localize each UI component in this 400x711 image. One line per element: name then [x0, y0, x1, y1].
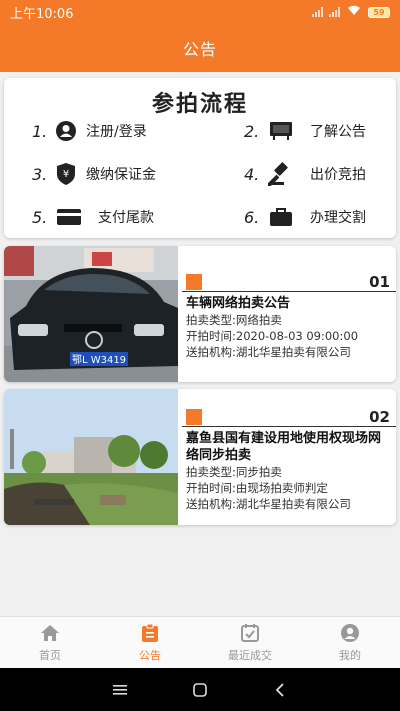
step-number: 5.: [32, 207, 48, 227]
step-number: 1.: [32, 121, 48, 141]
step-label: 注册/登录: [86, 124, 147, 140]
step-number: 4.: [244, 164, 260, 184]
notice-body: 02 嘉鱼县国有建设用地使用权现场网络同步拍卖 拍卖类型:同步拍卖 开拍时间:由…: [182, 389, 396, 525]
notice-org: 送拍机构:湖北华星拍卖有限公司: [186, 345, 351, 359]
black-sedan-photo: 鄂L W3419: [4, 246, 178, 382]
notice-divider: [182, 291, 396, 292]
svg-text:¥: ¥: [63, 169, 69, 180]
step-register[interactable]: 1. 注册/登录: [32, 118, 147, 144]
battery-icon: 59: [368, 6, 390, 18]
step-label: 办理交割: [310, 210, 366, 226]
status-time: 上午10:06: [10, 6, 74, 22]
step-payment[interactable]: 5. 支付尾款: [32, 204, 154, 230]
notice-number: 01: [369, 273, 390, 291]
land-site-photo: [4, 389, 178, 525]
menu-icon[interactable]: [105, 675, 135, 705]
notice-type: 拍卖类型:同步拍卖: [186, 465, 282, 479]
step-label: 出价竞拍: [310, 167, 366, 183]
clipboard-icon: [139, 622, 161, 644]
user-icon: [54, 119, 78, 143]
process-title: 参拍流程: [151, 92, 248, 117]
tab-label: 首页: [39, 649, 61, 662]
profile-icon: [339, 622, 361, 644]
app-header: 上午10:06 59 公告: [0, 0, 400, 72]
notice-start-time: 开拍时间:由现场拍卖师判定: [186, 481, 328, 495]
step-deposit[interactable]: 3. ¥ 缴纳保证金: [32, 161, 156, 187]
step-delivery[interactable]: 6. 办理交割: [244, 204, 366, 230]
license-plate: 鄂L W3419: [72, 354, 126, 366]
home-icon: [39, 622, 61, 644]
step-number: 3.: [32, 164, 48, 184]
step-label: 支付尾款: [98, 210, 154, 226]
notice-body: 01 车辆网络拍卖公告 拍卖类型:网络拍卖 开拍时间:2020-08-03 09…: [182, 246, 396, 382]
tab-notice[interactable]: 公告: [100, 617, 200, 668]
step-number: 2.: [244, 121, 260, 141]
step-bid[interactable]: 4. 出价竞拍: [244, 161, 366, 187]
step-number: 6.: [244, 207, 260, 227]
home-button-icon[interactable]: [185, 675, 215, 705]
notice-type: 拍卖类型:网络拍卖: [186, 313, 282, 327]
step-label: 缴纳保证金: [86, 167, 156, 183]
tab-recent-deals[interactable]: 最近成交: [200, 617, 300, 668]
notice-title: 嘉鱼县国有建设用地使用权现场网络同步拍卖: [186, 431, 382, 463]
notice-card-01[interactable]: 鄂L W3419 01 车辆网络拍卖公告 拍卖类型:网络拍卖 开拍时间:2020…: [4, 246, 396, 382]
back-icon[interactable]: [265, 675, 295, 705]
gavel-icon: [266, 162, 296, 186]
notice-start-time: 开拍时间:2020-08-03 09:00:00: [186, 329, 359, 343]
calendar-check-icon: [239, 622, 261, 644]
notice-tag: [186, 274, 202, 290]
wifi-icon: [346, 4, 362, 20]
process-card: 参拍流程 1. 注册/登录 2. 了解公告 3. ¥ 缴纳保证金 4. 出价竞拍…: [4, 78, 396, 238]
notice-divider: [182, 426, 396, 427]
signal-icon: [312, 7, 323, 17]
signal-icon-2: [329, 7, 340, 17]
page-title: 公告: [182, 40, 217, 59]
briefcase-icon: [266, 205, 296, 229]
bottom-tabbar: 首页 公告 最近成交 我的: [0, 616, 400, 668]
tab-label: 公告: [139, 649, 161, 662]
step-notice[interactable]: 2. 了解公告: [244, 118, 366, 144]
tab-home[interactable]: 首页: [0, 617, 100, 668]
notice-title: 车辆网络拍卖公告: [186, 296, 291, 311]
tab-label: 我的: [339, 649, 361, 662]
notice-number: 02: [369, 408, 390, 426]
tab-mine[interactable]: 我的: [300, 617, 400, 668]
notice-card-02[interactable]: 02 嘉鱼县国有建设用地使用权现场网络同步拍卖 拍卖类型:同步拍卖 开拍时间:由…: [4, 389, 396, 525]
header-bar: 公告: [0, 24, 400, 72]
tab-label: 最近成交: [228, 649, 272, 662]
system-nav-bar: [0, 668, 400, 711]
card-icon: [54, 205, 84, 229]
shield-yen-icon: ¥: [54, 162, 78, 186]
status-icons: 59: [312, 4, 390, 20]
status-bar: 上午10:06 59: [0, 0, 400, 24]
step-label: 了解公告: [310, 124, 366, 140]
notice-tag: [186, 409, 202, 425]
notice-board-icon: [266, 119, 296, 143]
notice-org: 送拍机构:湖北华星拍卖有限公司: [186, 497, 351, 511]
